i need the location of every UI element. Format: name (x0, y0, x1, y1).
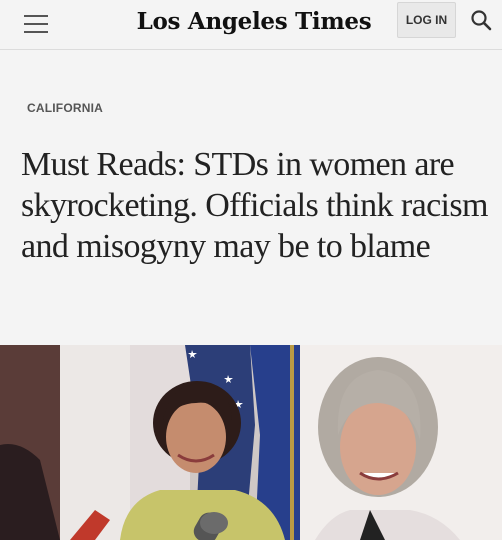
site-logo[interactable]: Los Angeles Times (118, 4, 390, 40)
article-headline: Must Reads: STDs in women are skyrocketi… (21, 146, 488, 265)
hamburger-menu-icon[interactable] (24, 13, 48, 35)
article-photo (0, 345, 502, 540)
section-label[interactable]: CALIFORNIA (27, 101, 103, 115)
top-bar: Los Angeles Times LOG IN (0, 0, 502, 50)
log-in-button[interactable]: LOG IN (397, 2, 456, 38)
search-icon[interactable] (470, 9, 492, 31)
article-header: CALIFORNIA Must Reads: STDs in women are… (0, 51, 502, 345)
